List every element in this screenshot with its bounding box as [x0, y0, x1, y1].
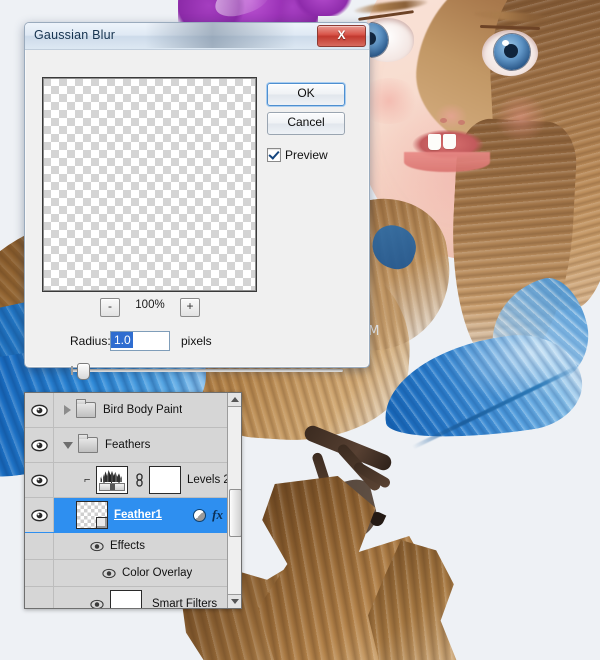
folder-icon [76, 399, 96, 418]
layer-content[interactable]: Bird Body Paint [54, 393, 241, 427]
preview-checkbox[interactable] [267, 148, 281, 162]
eye-icon [30, 509, 48, 521]
dialog-title: Gaussian Blur [34, 28, 116, 42]
zoom-in-button[interactable]: + [180, 298, 200, 317]
visibility-cell-empty [25, 533, 54, 559]
visibility-cell[interactable] [25, 498, 54, 532]
layer-name: Bird Body Paint [103, 404, 183, 416]
close-button[interactable]: X [317, 25, 366, 47]
preview-checkbox-row[interactable]: Preview [267, 147, 328, 163]
dialog-body: - 100% + Radius: 1.0 pixels OK Cancel Pr… [25, 49, 369, 380]
layer-content[interactable]: Color Overlay [54, 560, 241, 586]
slider-tick-min [71, 366, 73, 375]
layer-content[interactable]: ⌐ Levels 2 [54, 463, 241, 497]
nostril-right [458, 120, 465, 125]
radius-units-label: pixels [181, 334, 212, 348]
folder-icon [78, 434, 98, 453]
eye-icon [30, 474, 48, 486]
smart-filter-mask-thumbnail[interactable] [110, 590, 142, 608]
levels-slider-graphic [99, 483, 125, 491]
radius-value: 1.0 [111, 332, 133, 348]
ok-button[interactable]: OK [267, 83, 345, 106]
gaussian-blur-dialog: Gaussian Blur X - 100% + Radius: 1.0 pix… [24, 22, 370, 380]
link-icon[interactable] [134, 473, 144, 487]
layer-content[interactable]: Feathers [54, 428, 241, 462]
radius-slider[interactable] [71, 363, 343, 380]
layer-name: Color Overlay [122, 567, 193, 579]
layer-row-bird-body-paint[interactable]: Bird Body Paint [25, 393, 241, 428]
chain-link-icon [135, 473, 143, 487]
layer-row-levels-2[interactable]: ⌐ Levels 2 [25, 463, 241, 498]
cheek-right [492, 96, 550, 140]
radius-input[interactable]: 1.0 [110, 331, 170, 351]
layer-name: Feather1 [114, 509, 162, 521]
layers-panel: Bird Body Paint Feathers ⌐ Levels 2 Feat… [24, 392, 242, 609]
visibility-cell-empty [25, 560, 54, 586]
layer-row-smart-filters[interactable]: Smart Filters [25, 587, 241, 610]
layer-row-feathers[interactable]: Feathers [25, 428, 241, 463]
layer-row-effects[interactable]: Effects [25, 533, 241, 560]
slider-track [71, 369, 343, 372]
chevron-right-icon[interactable] [64, 405, 71, 415]
blur-preview-canvas[interactable] [42, 77, 257, 292]
layer-name: Levels 2 [187, 474, 230, 486]
layers-scrollbar[interactable] [227, 393, 241, 608]
eye-icon [30, 404, 48, 416]
feather-vane [376, 326, 588, 450]
pupil-right [504, 44, 518, 58]
cancel-button[interactable]: Cancel [267, 112, 345, 135]
preview-checkbox-label: Preview [285, 148, 328, 162]
layer-row-feather1[interactable]: Feather1 fx [25, 498, 241, 533]
purple-flower-right [288, 0, 366, 16]
slider-knob[interactable] [77, 363, 90, 380]
layer-mask-thumbnail[interactable] [149, 466, 181, 494]
preview-zoom-controls: - 100% + [42, 298, 255, 318]
layer-name: Smart Filters [152, 598, 218, 609]
zoom-level-label: 100% [135, 299, 165, 311]
layer-name: Feathers [105, 439, 151, 451]
visibility-cell[interactable] [25, 463, 54, 497]
layer-style-circle-icon[interactable] [193, 508, 207, 522]
layer-content[interactable]: Effects [54, 533, 241, 559]
eye-icon [30, 439, 48, 451]
dialog-title-bar[interactable]: Gaussian Blur X [25, 23, 369, 50]
title-bar-sheen [145, 23, 295, 48]
screenshot-root: PS教程论坛 BBS.16XX8.COM Gaussian Blur X - 1… [0, 0, 600, 660]
tooth-right [443, 134, 456, 149]
chevron-up-icon [230, 397, 239, 402]
eye-icon[interactable] [90, 541, 104, 552]
chevron-down-icon [230, 599, 239, 604]
eye-glint-right [502, 40, 509, 46]
visibility-cell[interactable] [25, 428, 54, 462]
nostril-left [440, 118, 447, 123]
zoom-out-button[interactable]: - [100, 298, 120, 317]
visibility-cell[interactable] [25, 393, 54, 427]
chevron-down-icon[interactable] [63, 441, 73, 449]
layer-row-color-overlay[interactable]: Color Overlay [25, 560, 241, 587]
scroll-down-button[interactable] [228, 594, 241, 608]
fx-icon[interactable]: fx [212, 507, 223, 523]
tooth-left [428, 134, 441, 150]
nose [432, 94, 472, 130]
smart-object-thumbnail[interactable] [76, 501, 108, 529]
eye-icon[interactable] [102, 568, 116, 579]
histogram-graphic [99, 470, 125, 482]
eye-icon[interactable] [90, 599, 104, 610]
blue-feather [376, 270, 600, 454]
eye-right [482, 30, 538, 76]
scrollbar-thumb[interactable] [229, 489, 241, 537]
radius-row: Radius: 1.0 pixels [42, 331, 342, 353]
scroll-up-button[interactable] [228, 393, 241, 407]
lower-lip [404, 152, 490, 172]
layer-content[interactable]: Feather1 fx [54, 498, 241, 532]
clipping-mask-icon: ⌐ [84, 473, 91, 486]
layer-name: Effects [110, 540, 145, 552]
visibility-cell-empty [25, 587, 54, 608]
layer-content[interactable]: Smart Filters [54, 587, 241, 610]
levels-adjustment-thumbnail[interactable] [96, 466, 128, 494]
radius-label: Radius: [70, 334, 111, 348]
